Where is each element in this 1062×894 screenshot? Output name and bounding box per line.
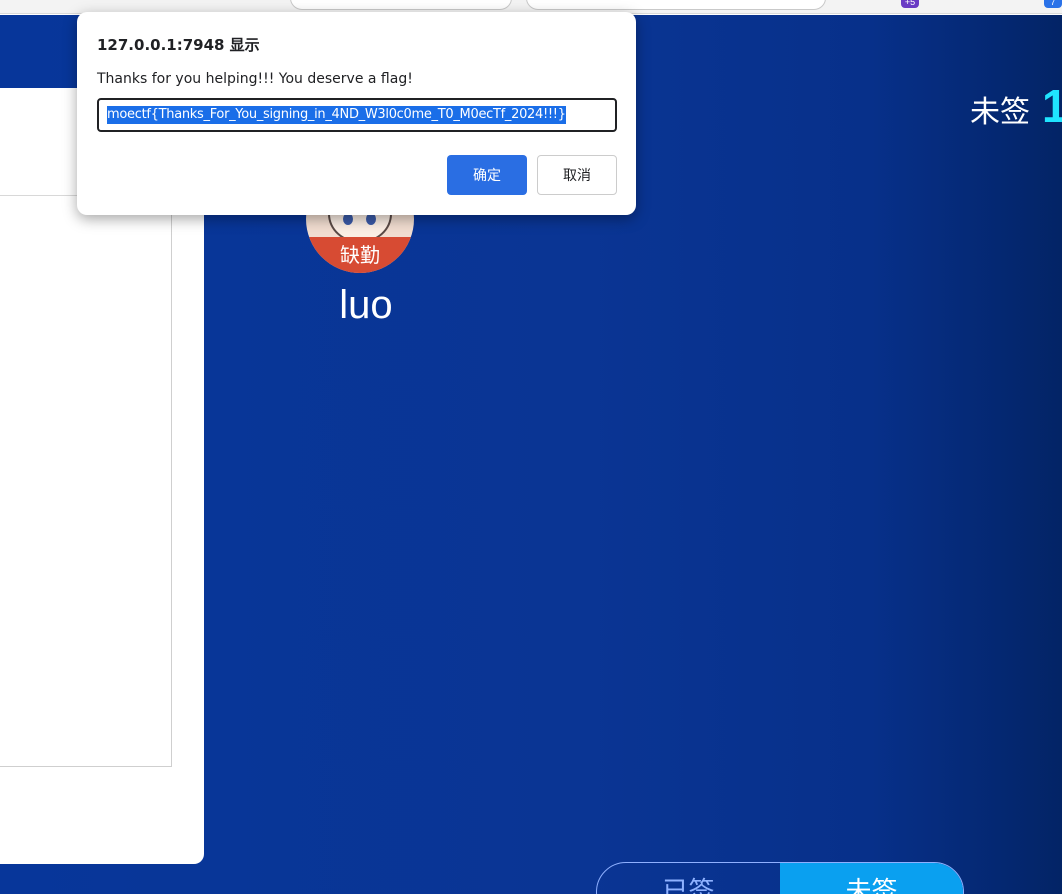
extension-icon-secondary[interactable]: 7 <box>1044 0 1062 8</box>
alert-message: Thanks for you helping!!! You deserve a … <box>97 71 413 87</box>
signed-tab[interactable]: 已签 <box>597 863 780 894</box>
prompt-input-value: moectf{Thanks_For_You_signing_in_4ND_W3l… <box>107 106 566 124</box>
prompt-input[interactable]: moectf{Thanks_For_You_signing_in_4ND_W3l… <box>97 98 617 132</box>
unsigned-count: 1 <box>1042 80 1062 132</box>
unsigned-summary: 未签 1 <box>970 79 1062 133</box>
person-name: luo <box>339 283 393 327</box>
status-toggle: 已签 未签 <box>596 862 964 894</box>
extension-icon[interactable]: +5 <box>901 0 919 8</box>
address-bar[interactable] <box>526 0 826 10</box>
panel-content-box <box>0 196 172 767</box>
alert-title: 127.0.0.1:7948 显示 <box>97 36 260 54</box>
ok-button[interactable]: 确定 <box>447 155 527 195</box>
cancel-button[interactable]: 取消 <box>537 155 617 195</box>
absence-status-badge: 缺勤 <box>306 237 414 273</box>
alert-dialog: 127.0.0.1:7948 显示 Thanks for you helping… <box>77 12 636 215</box>
extension-badge-text-secondary: 7 <box>1050 0 1056 7</box>
browser-tab[interactable] <box>290 0 512 10</box>
extension-badge-text: +5 <box>904 0 916 7</box>
unsigned-label: 未签 <box>970 96 1030 129</box>
unsigned-tab[interactable]: 未签 <box>780 863 963 894</box>
